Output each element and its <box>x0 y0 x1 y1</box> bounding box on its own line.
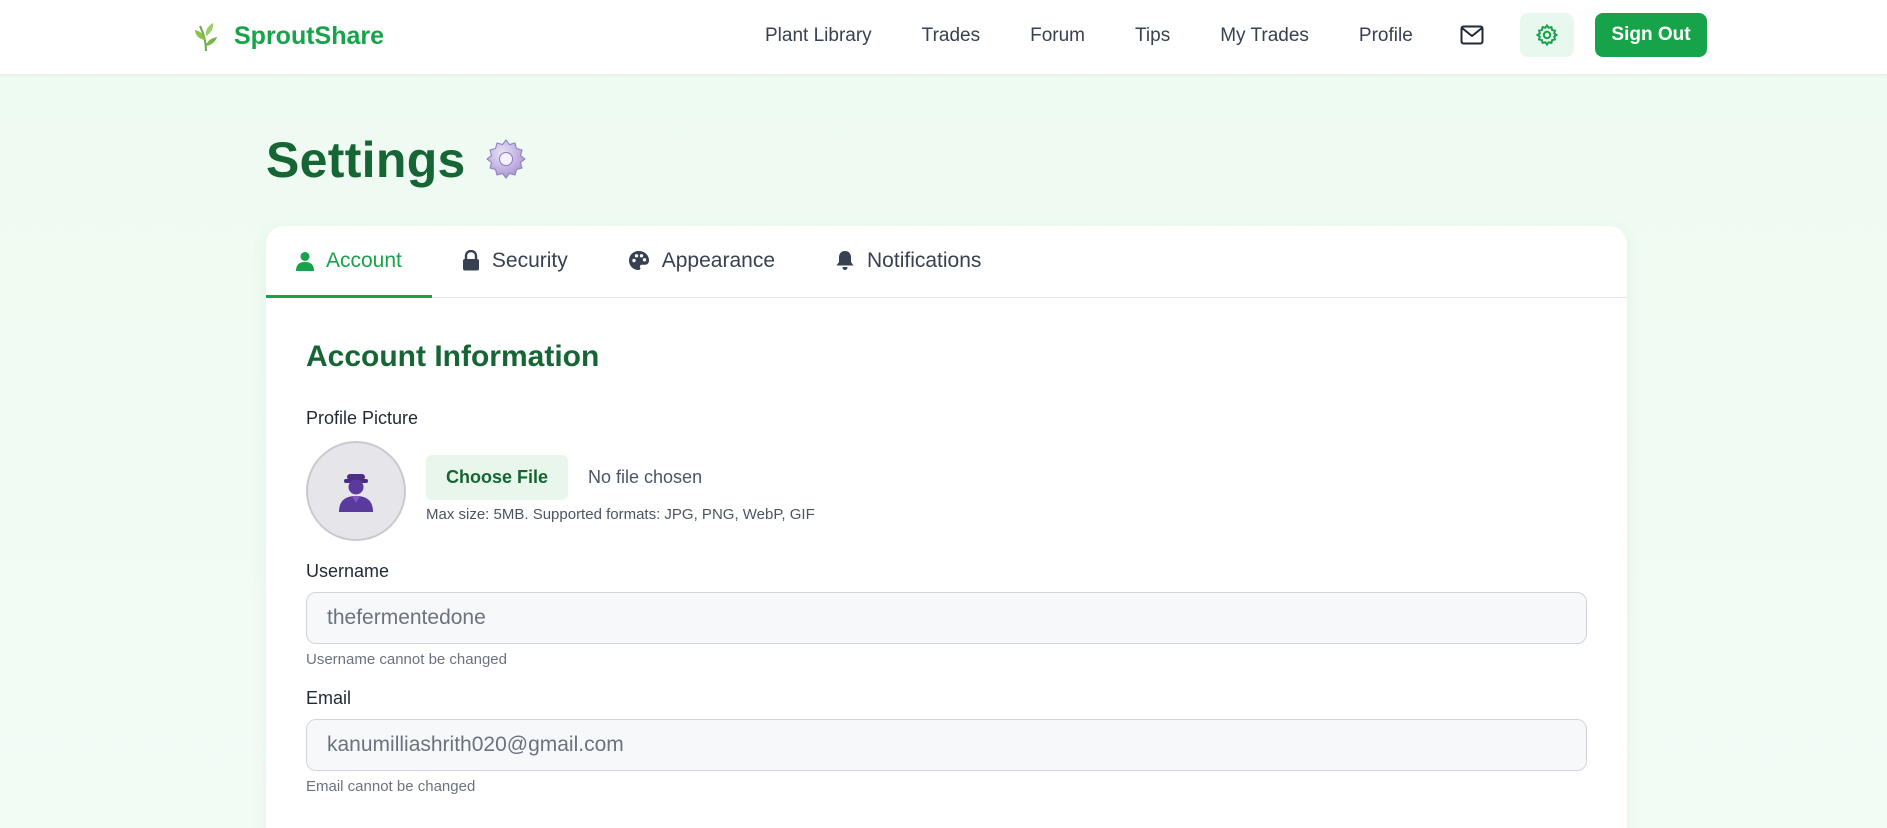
email-hint: Email cannot be changed <box>306 778 476 795</box>
mail-icon <box>1460 25 1484 45</box>
section-title: Account Information <box>306 340 600 373</box>
sign-out-button[interactable]: Sign Out <box>1595 13 1707 57</box>
profile-picture-row: Choose File No file chosen Max size: 5MB… <box>306 441 1587 541</box>
main-nav: Plant Library Trades Forum Tips My Trade… <box>740 0 1438 72</box>
username-hint: Username cannot be changed <box>306 651 507 668</box>
tab-security[interactable]: Security <box>432 226 598 298</box>
username-label: Username <box>306 561 390 581</box>
tab-notifications-label: Notifications <box>867 248 982 272</box>
tab-account[interactable]: Account <box>266 226 432 298</box>
tab-account-label: Account <box>326 248 402 272</box>
profile-picture-label: Profile Picture <box>306 408 419 428</box>
email-field[interactable] <box>306 719 1587 771</box>
settings-button[interactable] <box>1520 13 1574 57</box>
settings-tabs: Account Security Appearance Notification… <box>266 226 1627 298</box>
page-title-text: Settings <box>266 132 466 188</box>
bell-icon <box>836 251 854 270</box>
username-field[interactable] <box>306 592 1587 644</box>
file-input-row: Choose File No file chosen <box>426 455 815 500</box>
gear-icon <box>485 139 526 179</box>
nav-trades[interactable]: Trades <box>897 25 1005 47</box>
lock-icon <box>462 250 479 271</box>
brand-name: SproutShare <box>234 21 385 50</box>
file-upload: Choose File No file chosen Max size: 5MB… <box>426 441 815 523</box>
tab-appearance[interactable]: Appearance <box>598 226 805 298</box>
nav-tips[interactable]: Tips <box>1110 25 1195 47</box>
brand[interactable]: SproutShare <box>192 18 384 54</box>
file-status: No file chosen <box>588 467 703 487</box>
settings-card: Account Security Appearance Notification… <box>266 226 1627 828</box>
top-navbar: SproutShare Plant Library Trades Forum T… <box>0 0 1887 75</box>
nav-plant-library[interactable]: Plant Library <box>740 25 897 47</box>
tab-notifications[interactable]: Notifications <box>805 226 1011 298</box>
nav-my-trades[interactable]: My Trades <box>1195 25 1334 47</box>
email-label: Email <box>306 688 352 708</box>
palette-icon <box>628 251 649 270</box>
avatar[interactable] <box>306 441 406 541</box>
file-hint: Max size: 5MB. Supported formats: JPG, P… <box>426 506 815 523</box>
sprout-icon <box>195 23 217 52</box>
tab-appearance-label: Appearance <box>661 248 776 272</box>
tab-security-label: Security <box>491 248 568 272</box>
choose-file-button[interactable]: Choose File <box>426 455 569 500</box>
user-icon <box>296 251 314 271</box>
nav-forum[interactable]: Forum <box>1005 25 1110 47</box>
account-information-section: Account Information Profile Picture Choo… <box>266 340 1627 795</box>
page-title: Settings <box>266 131 528 189</box>
person-icon <box>339 474 373 512</box>
gear-icon <box>1535 23 1559 47</box>
nav-profile[interactable]: Profile <box>1334 25 1438 47</box>
messages-button[interactable] <box>1445 13 1499 57</box>
